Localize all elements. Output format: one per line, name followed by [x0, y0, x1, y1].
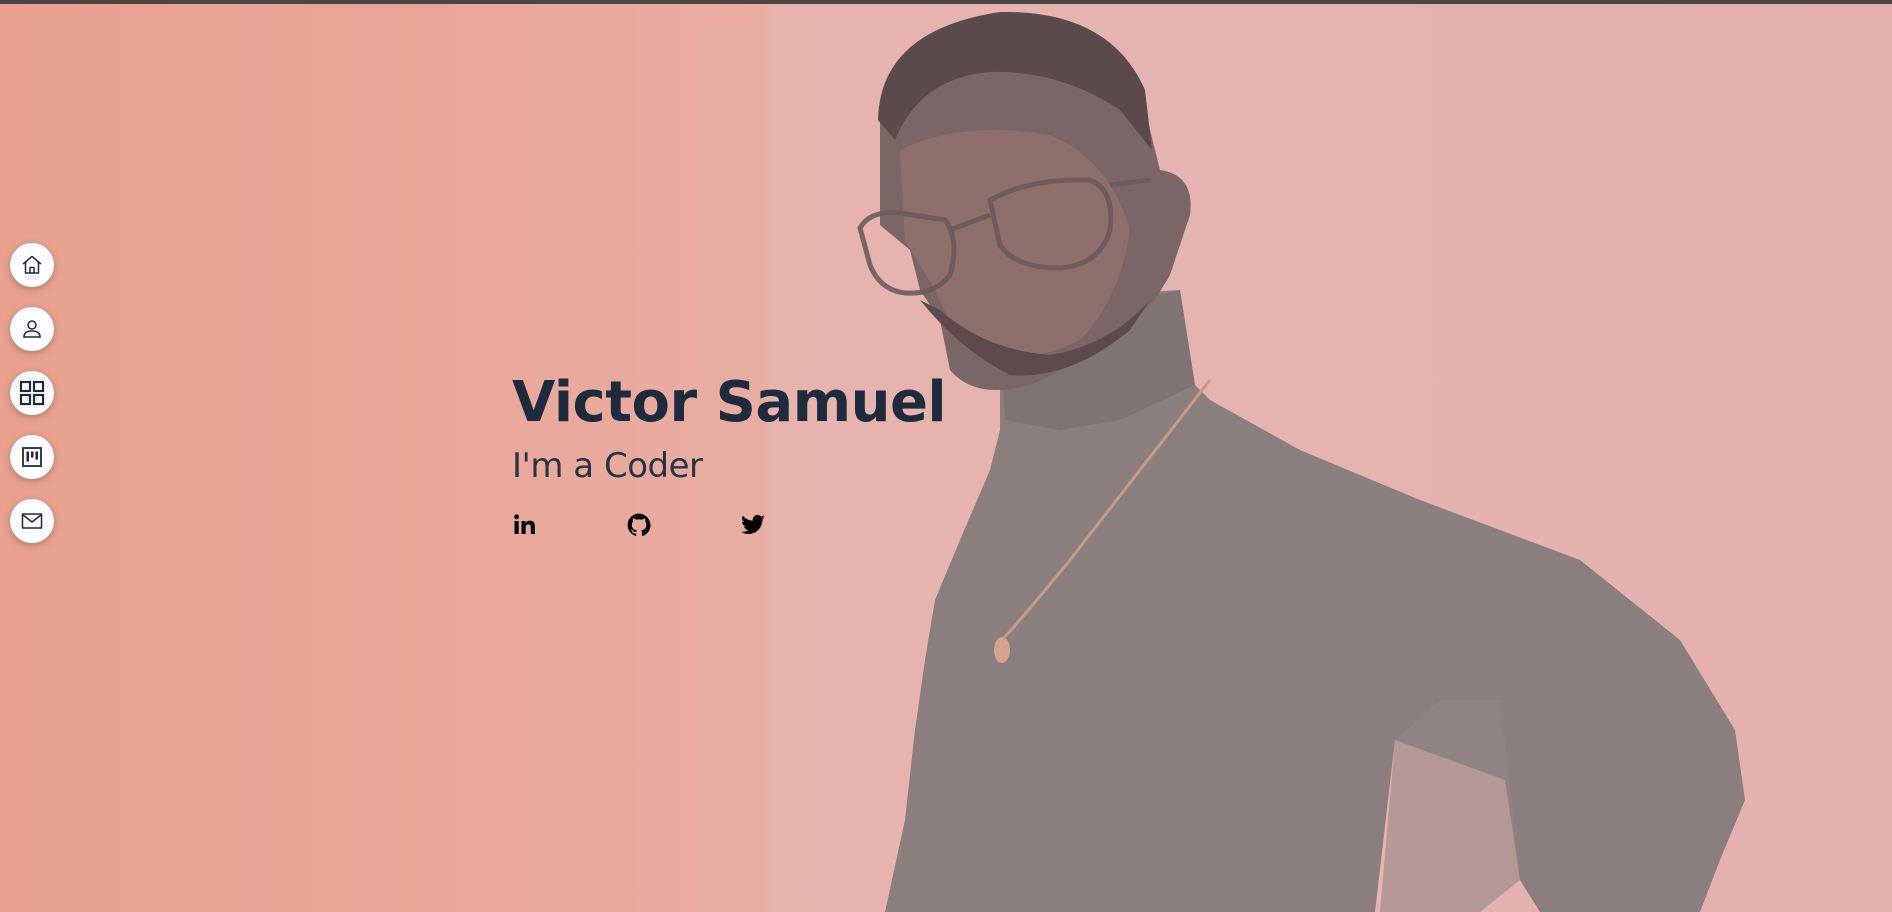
- side-navigation: [10, 243, 54, 543]
- user-icon: [23, 320, 41, 338]
- top-border: [0, 0, 1892, 4]
- twitter-icon: [741, 514, 765, 534]
- github-icon: [627, 513, 651, 536]
- nav-home-button[interactable]: [10, 243, 54, 287]
- tagline-prefix: I'm a: [512, 446, 594, 486]
- github-link[interactable]: [626, 512, 652, 538]
- social-links: [512, 512, 946, 538]
- mail-icon: [21, 513, 43, 529]
- home-icon: [22, 255, 42, 274]
- hero-tagline: I'm a Coder: [512, 444, 946, 488]
- nav-resume-button[interactable]: [10, 435, 54, 479]
- nav-contact-button[interactable]: [10, 499, 54, 543]
- hero-name: Victor Samuel: [512, 370, 947, 435]
- nav-about-button[interactable]: [10, 307, 54, 351]
- linkedin-icon: [514, 514, 535, 534]
- nav-portfolio-button[interactable]: [10, 371, 54, 415]
- linkedin-link[interactable]: [512, 512, 538, 538]
- twitter-link[interactable]: [740, 512, 766, 538]
- board-icon: [22, 447, 42, 467]
- hero-intro: Victor Samuel I'm a Coder: [512, 362, 947, 538]
- grid-icon: [19, 380, 45, 406]
- tagline-typed-word: Coder: [603, 446, 703, 486]
